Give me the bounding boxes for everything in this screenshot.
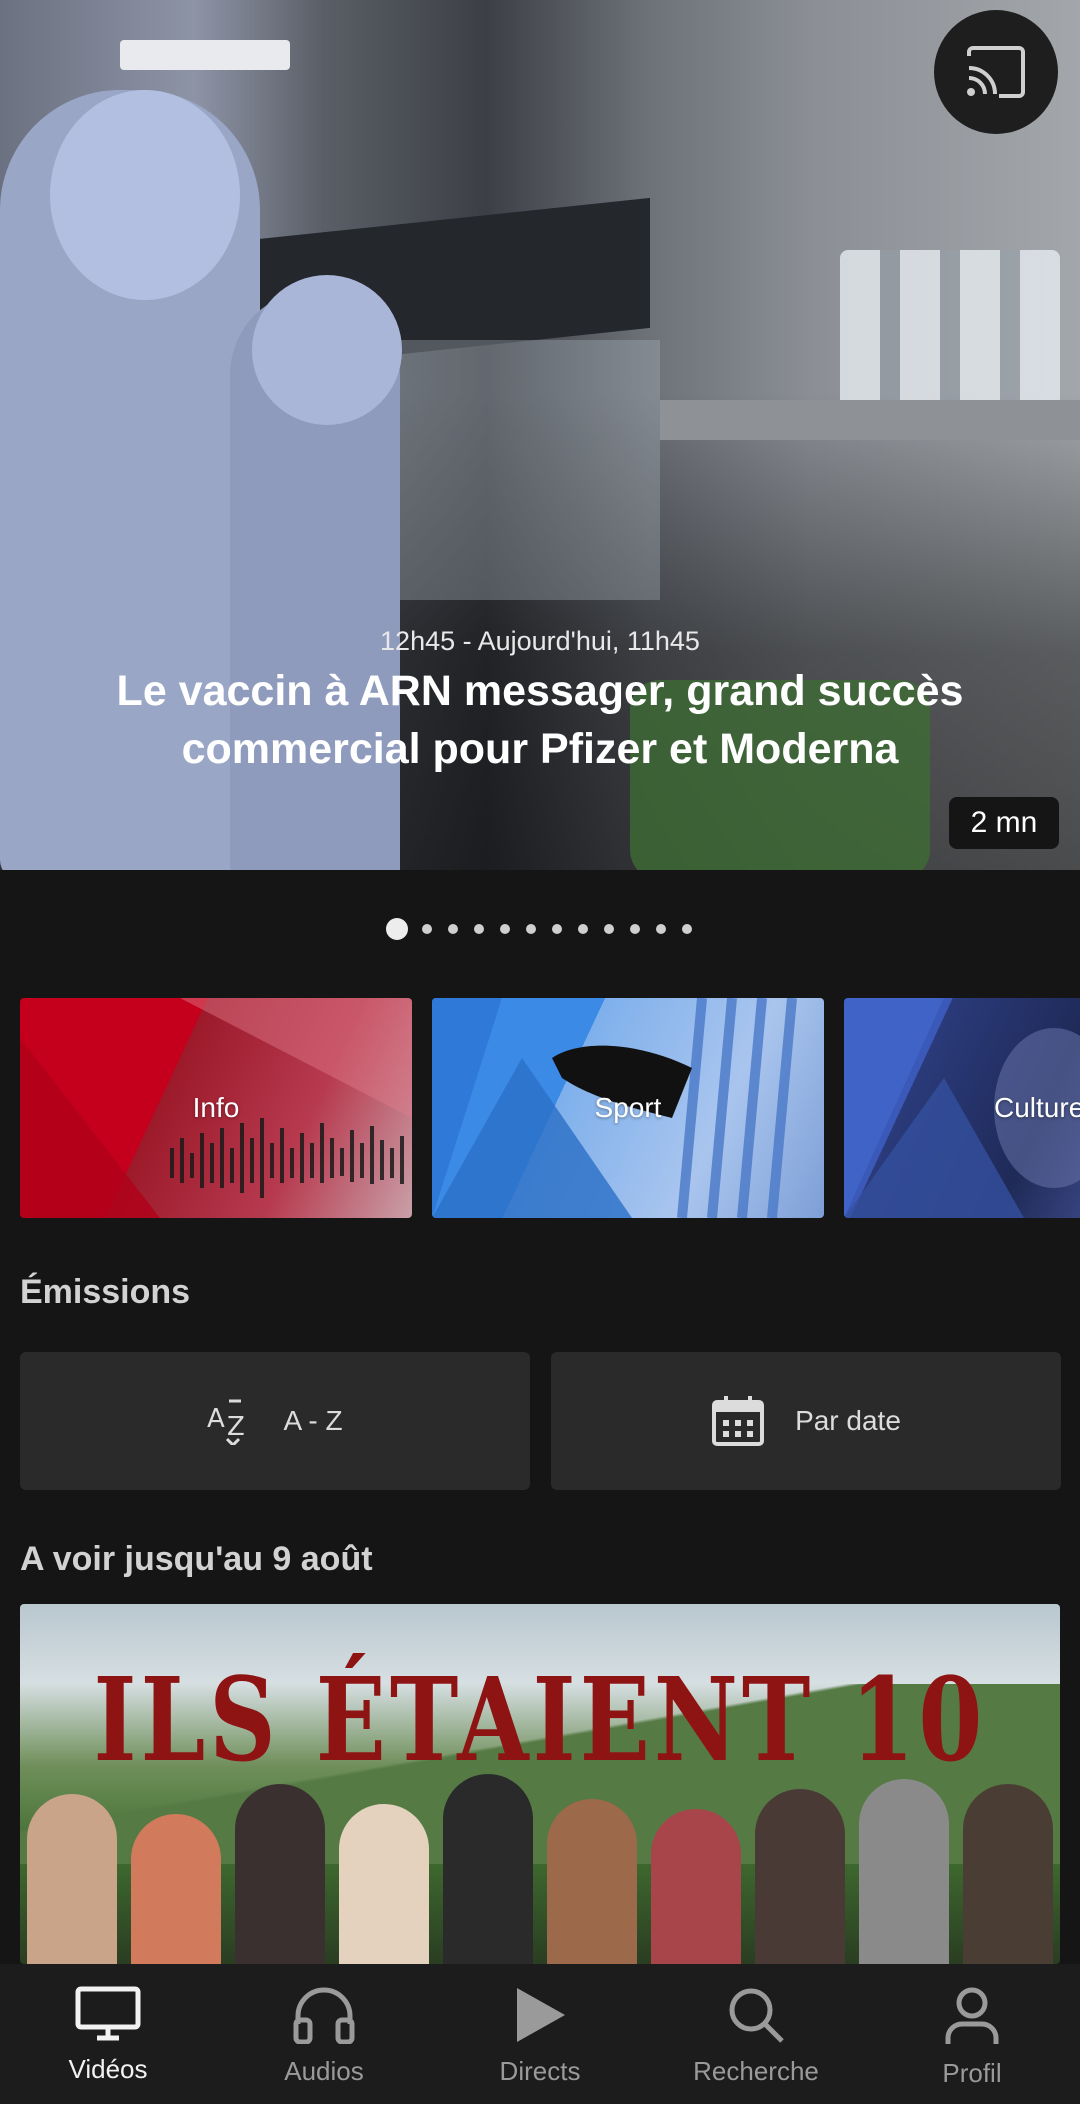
carousel-dot-active[interactable] (386, 918, 408, 940)
monitor-icon (75, 1986, 141, 2041)
nav-directs[interactable]: Directs (432, 1964, 648, 2104)
category-culture[interactable]: Culture (844, 998, 1080, 1218)
cast-button[interactable] (934, 10, 1058, 134)
poster-cast-member (339, 1804, 429, 1964)
nav-label: Audios (284, 2056, 364, 2086)
hero-image-bottles (840, 250, 1060, 410)
hero-meta: 12h45 - Aujourd'hui, 11h45 (380, 626, 700, 656)
hero-image-shelf (660, 400, 1080, 440)
svg-text:Z: Z (227, 1412, 245, 1442)
carousel-dot[interactable] (474, 924, 484, 934)
nav-label: Vidéos (68, 2054, 148, 2084)
nav-profil[interactable]: Profil (864, 1964, 1080, 2104)
svg-text:A: A (207, 1404, 225, 1434)
category-sport[interactable]: Sport (432, 998, 824, 1218)
poster-cast-member (443, 1774, 533, 1964)
headphones-icon (293, 1987, 355, 2044)
par-date-label: Par date (795, 1405, 901, 1436)
poster-cast-member (131, 1814, 221, 1964)
poster-cast-member (547, 1799, 637, 1964)
poster-cast-member (755, 1789, 845, 1964)
hero-title[interactable]: Le vaccin à ARN messager, grand succès c… (90, 662, 990, 778)
featured-title: A voir jusqu'au 9 août (20, 1540, 373, 1578)
profile-icon (945, 1987, 999, 2044)
carousel-dot[interactable] (526, 924, 536, 934)
poster-cast (20, 1764, 1060, 1964)
category-info[interactable]: Info (20, 998, 412, 1218)
nav-label: Recherche (693, 2056, 819, 2086)
az-label: A - Z (283, 1405, 343, 1436)
emissions-title: Émissions (20, 1273, 191, 1311)
nav-recherche[interactable]: Recherche (648, 1964, 864, 2104)
carousel-dot[interactable] (656, 924, 666, 934)
search-icon (729, 1988, 784, 2043)
hero-image-ceiling-lamp (120, 40, 290, 70)
category-label: Sport (594, 1092, 662, 1123)
poster-cast-member (963, 1784, 1053, 1964)
carousel-dot[interactable] (552, 924, 562, 934)
nav-label: Directs (499, 2056, 581, 2086)
poster-cast-member (235, 1784, 325, 1964)
bottom-navigation: Vidéos Audios Directs Recherche Profil (0, 1964, 1080, 2104)
carousel-dot[interactable] (422, 924, 432, 934)
az-sort-icon: A Z (207, 1397, 253, 1445)
duration-badge: 2 mn (949, 797, 1059, 849)
poster-cast-member (27, 1794, 117, 1964)
az-button[interactable]: A Z A - Z (20, 1352, 530, 1490)
play-icon (517, 1988, 565, 2042)
featured-poster[interactable]: ILS ÉTAIENT 10 (20, 1604, 1060, 1964)
hero-image-person-head (252, 275, 402, 425)
category-label: Culture (994, 1092, 1080, 1123)
poster-cast-member (859, 1779, 949, 1964)
carousel-dot[interactable] (578, 924, 588, 934)
carousel-dot[interactable] (682, 924, 692, 934)
carousel-dot[interactable] (604, 924, 614, 934)
hero-image-person-head (50, 90, 240, 300)
nav-videos[interactable]: Vidéos (0, 1964, 216, 2104)
hero-banner[interactable]: 12h45 - Aujourd'hui, 11h45 Le vaccin à A… (0, 0, 1080, 870)
par-date-button[interactable]: Par date (551, 1352, 1061, 1490)
category-label: Info (192, 1092, 240, 1123)
carousel-indicator (386, 918, 708, 940)
carousel-dot[interactable] (448, 924, 458, 934)
calendar-icon (711, 1394, 765, 1448)
nav-label: Profil (942, 2058, 1002, 2088)
carousel-dot[interactable] (500, 924, 510, 934)
poster-cast-member (651, 1809, 741, 1964)
nav-audios[interactable]: Audios (216, 1964, 432, 2104)
carousel-dot[interactable] (630, 924, 640, 934)
cast-icon (967, 46, 1025, 98)
